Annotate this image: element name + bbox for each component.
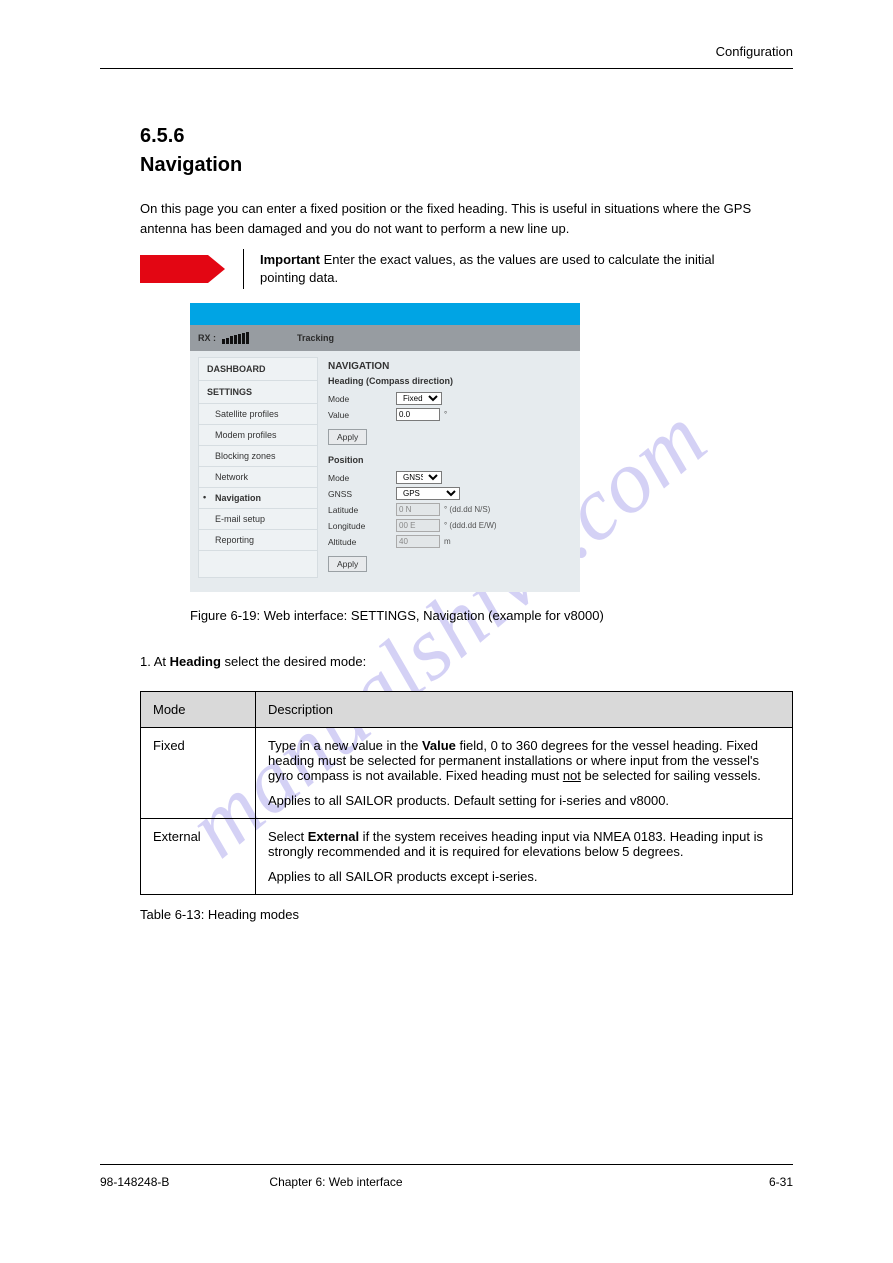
position-mode-label: Mode bbox=[328, 473, 396, 483]
panel-title: NAVIGATION bbox=[328, 361, 572, 372]
section-number: 6.5.6 bbox=[140, 125, 793, 148]
footer-left: 98-148248-B Chapter 6: Web interface bbox=[100, 1175, 403, 1189]
rx-label: RX : bbox=[198, 333, 216, 343]
bottom-rule bbox=[100, 1164, 793, 1165]
figure-caption: Figure 6-19: Web interface: SETTINGS, Na… bbox=[190, 606, 793, 626]
altitude-input bbox=[396, 535, 440, 548]
important-label: Important bbox=[260, 252, 320, 267]
longitude-input bbox=[396, 519, 440, 532]
heading-apply-button[interactable]: Apply bbox=[328, 429, 367, 445]
signal-bars-icon bbox=[222, 332, 249, 344]
heading-mode-select[interactable]: Fixed bbox=[396, 392, 442, 405]
sidebar-item-email-setup[interactable]: E-mail setup bbox=[199, 509, 317, 530]
sidebar-item-reporting[interactable]: Reporting bbox=[199, 530, 317, 551]
col-description: Description bbox=[256, 691, 793, 727]
divider bbox=[243, 249, 244, 289]
sidebar: DASHBOARD SETTINGS Satellite profiles Mo… bbox=[198, 357, 318, 578]
sidebar-item-blocking-zones[interactable]: Blocking zones bbox=[199, 446, 317, 467]
heading-section-label: Heading (Compass direction) bbox=[328, 376, 572, 386]
cell-fixed-desc: Type in a new value in the Value field, … bbox=[256, 727, 793, 818]
intro-paragraph: On this page you can enter a fixed posit… bbox=[140, 199, 793, 239]
altitude-label: Altitude bbox=[328, 537, 396, 547]
top-rule bbox=[100, 68, 793, 69]
cell-fixed: Fixed bbox=[141, 727, 256, 818]
sidebar-item-modem-profiles[interactable]: Modem profiles bbox=[199, 425, 317, 446]
heading-value-label: Value bbox=[328, 410, 396, 420]
gnss-select[interactable]: GPS bbox=[396, 487, 460, 500]
sidebar-item-network[interactable]: Network bbox=[199, 467, 317, 488]
tracking-status: Tracking bbox=[297, 333, 334, 343]
latitude-hint: ° (dd.dd N/S) bbox=[444, 505, 490, 514]
heading-value-input[interactable] bbox=[396, 408, 440, 421]
sc-statusbar: RX : Tracking bbox=[190, 325, 580, 351]
table-caption: Table 6-13: Heading modes bbox=[140, 905, 793, 925]
table-row: Fixed Type in a new value in the Value f… bbox=[141, 727, 793, 818]
embedded-screenshot: RX : Tracking DASHBOARD SETTINGS Satelli… bbox=[190, 303, 580, 592]
longitude-label: Longitude bbox=[328, 521, 396, 531]
latitude-input bbox=[396, 503, 440, 516]
heading-value-unit: ° bbox=[444, 410, 447, 419]
altitude-unit: m bbox=[444, 537, 451, 546]
sidebar-item-navigation[interactable]: Navigation bbox=[199, 488, 317, 509]
sc-topbar bbox=[190, 303, 580, 325]
col-mode: Mode bbox=[141, 691, 256, 727]
arrow-icon bbox=[140, 255, 225, 283]
cell-external: External bbox=[141, 818, 256, 894]
position-section-label: Position bbox=[328, 455, 572, 465]
sidebar-settings[interactable]: SETTINGS bbox=[199, 381, 317, 404]
sc-main: NAVIGATION Heading (Compass direction) M… bbox=[328, 357, 572, 578]
step-1: 1. At Heading select the desired mode: bbox=[140, 652, 793, 672]
heading-mode-label: Mode bbox=[328, 394, 396, 404]
important-text: Enter the exact values, as the values ar… bbox=[260, 252, 715, 285]
important-callout: Important Enter the exact values, as the… bbox=[140, 249, 793, 289]
sidebar-dashboard[interactable]: DASHBOARD bbox=[199, 358, 317, 381]
latitude-label: Latitude bbox=[328, 505, 396, 515]
sidebar-item-satellite-profiles[interactable]: Satellite profiles bbox=[199, 404, 317, 425]
running-head: Configuration bbox=[716, 44, 793, 59]
cell-external-desc: Select External if the system receives h… bbox=[256, 818, 793, 894]
position-apply-button[interactable]: Apply bbox=[328, 556, 367, 572]
longitude-hint: ° (ddd.dd E/W) bbox=[444, 521, 497, 530]
section-title: Navigation bbox=[140, 154, 793, 177]
footer-right: 6-31 bbox=[769, 1175, 793, 1189]
heading-modes-table: Mode Description Fixed Type in a new val… bbox=[140, 691, 793, 895]
table-row: External Select External if the system r… bbox=[141, 818, 793, 894]
gnss-label: GNSS bbox=[328, 489, 396, 499]
position-mode-select[interactable]: GNSS bbox=[396, 471, 442, 484]
